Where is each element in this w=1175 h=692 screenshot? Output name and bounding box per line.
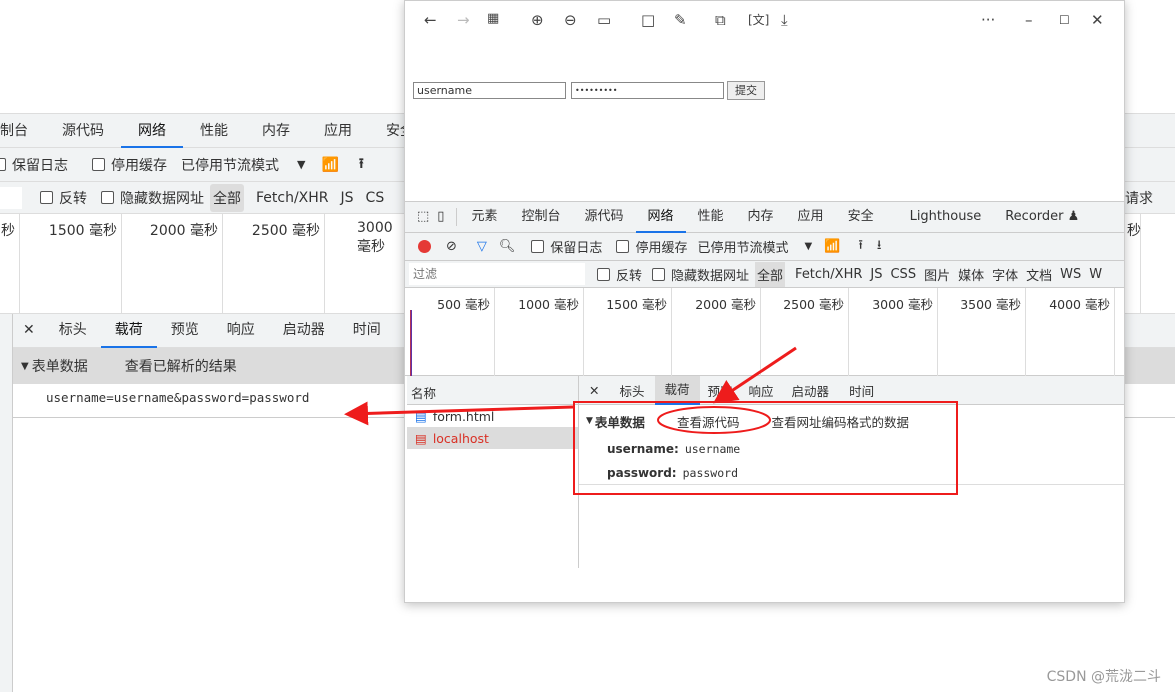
watermark: CSDN @荒泷二斗 <box>1046 669 1161 685</box>
annotation-arrow <box>713 346 797 404</box>
annotation-ellipse <box>657 406 771 434</box>
annotation-arrow <box>344 401 574 426</box>
annotation-overlay <box>344 346 958 495</box>
